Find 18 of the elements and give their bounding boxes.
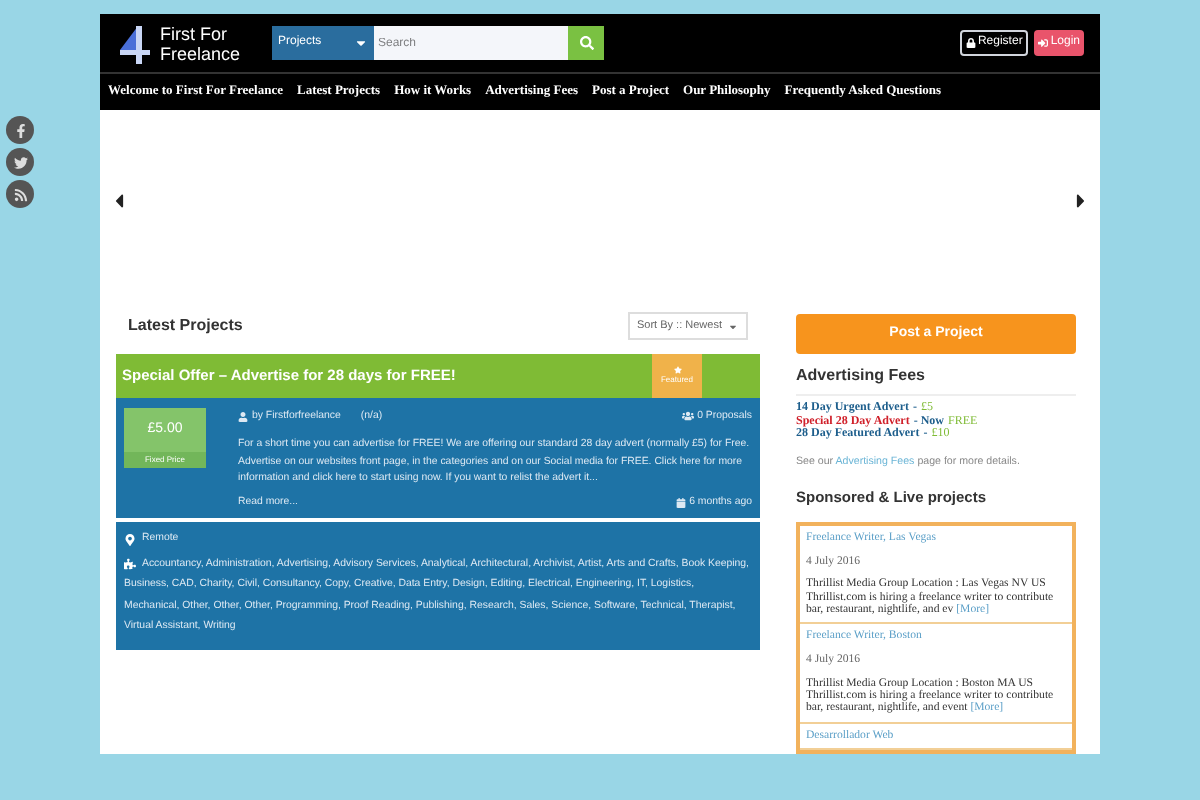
caret-icon	[728, 321, 738, 331]
search-icon	[579, 36, 593, 50]
caret-icon	[354, 36, 368, 50]
puzzle-icon	[124, 557, 136, 570]
sign-in-icon	[1038, 38, 1049, 48]
lock-icon	[965, 38, 976, 48]
user-icon	[238, 411, 248, 422]
users-icon	[681, 410, 694, 423]
fees-heading: Advertising Fees	[796, 364, 1076, 396]
rss-icon[interactable]	[6, 180, 34, 208]
section-heading: Latest Projects	[128, 314, 243, 338]
logo-icon	[116, 23, 152, 63]
facebook-icon[interactable]	[6, 116, 34, 144]
calendar-icon	[675, 497, 686, 508]
location-icon	[124, 533, 136, 546]
logo-text[interactable]: First For Freelance	[160, 23, 260, 63]
twitter-icon[interactable]	[6, 148, 34, 176]
star-icon	[673, 366, 681, 374]
